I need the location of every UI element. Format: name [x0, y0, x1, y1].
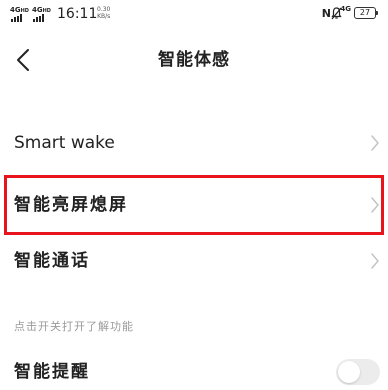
smart-reminder-label: 智能提醒: [14, 362, 90, 382]
status-time: 16:11: [57, 6, 98, 22]
page-title: 智能体感: [158, 50, 230, 70]
settings-row-smart-reminder: 智能提醒: [0, 346, 388, 390]
network-speed: 0.30 KB/s: [97, 6, 110, 20]
smart-call-label: 智能通话: [14, 251, 90, 271]
speed-unit: KB/s: [97, 13, 111, 20]
settings-row-smart-wake[interactable]: Smart wake: [0, 117, 388, 169]
battery-icon: 27: [354, 7, 378, 19]
chevron-right-icon: [371, 135, 379, 151]
network-4g-label-3: 4G: [340, 5, 351, 13]
smart-reminder-toggle[interactable]: [336, 359, 380, 385]
highlight-box: [4, 175, 384, 235]
section-hint: 点击开关打开了解功能: [14, 320, 134, 333]
page-header: 智能体感: [0, 35, 388, 85]
battery-level: 27: [359, 8, 371, 17]
nfc-icon: N: [321, 7, 331, 20]
chevron-right-icon: [371, 253, 379, 269]
settings-row-smart-call[interactable]: 智能通话: [0, 235, 388, 287]
status-bar: 4GHD 4GHD 16:11 0.30 KB/s N 4G 27: [0, 0, 388, 30]
toggle-knob: [338, 361, 360, 383]
smart-wake-label: Smart wake: [14, 133, 115, 153]
speed-value: 0.30: [97, 6, 111, 13]
